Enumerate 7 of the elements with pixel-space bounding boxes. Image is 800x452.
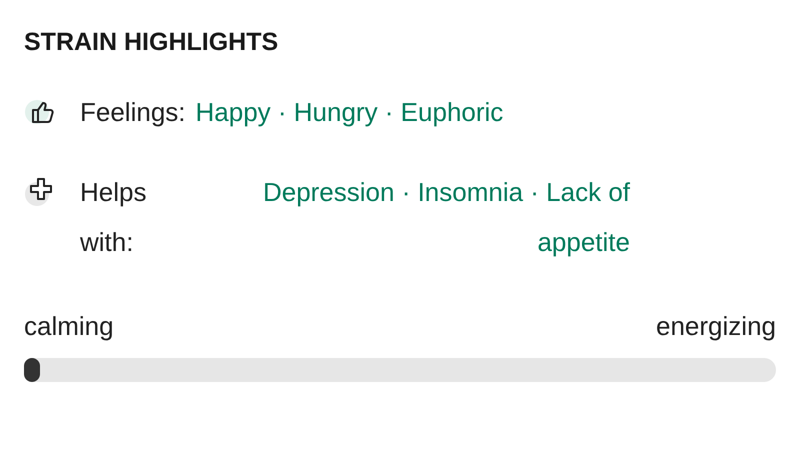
feelings-label: Feelings: [80,96,186,129]
max-label: energizing [656,311,776,342]
min-label: calming [24,311,114,342]
helps-list: Depression · Insomnia · Lack of appetite [190,167,630,267]
section-title: STRAIN HIGHLIGHTS [24,28,280,57]
feelings-list: Happy · Hungry · Euphoric [196,87,504,137]
helps-label: Helps with: [80,176,148,259]
